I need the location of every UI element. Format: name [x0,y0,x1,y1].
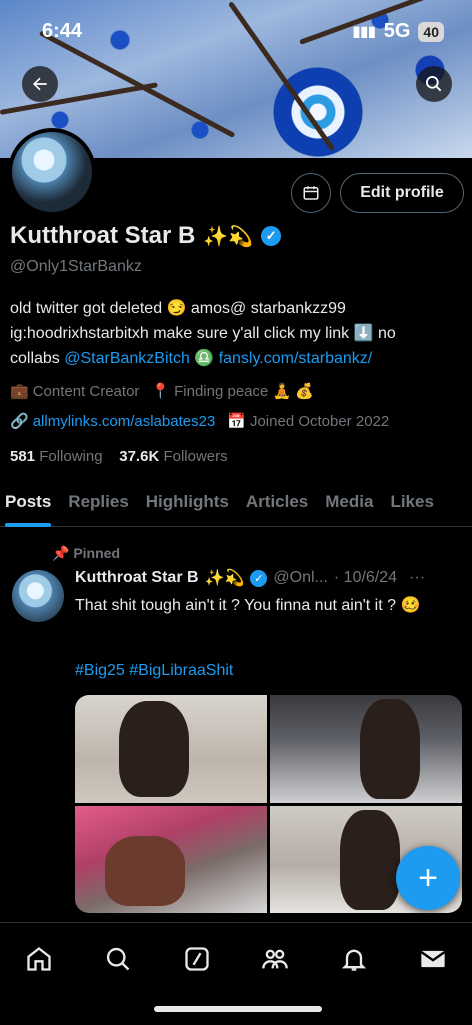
compose-post-button[interactable]: + [396,846,460,910]
profile-avatar[interactable] [8,128,96,216]
edit-profile-button[interactable]: Edit profile [340,173,464,213]
bio-line: ig:hoodrixhstarbitxh make sure y'all cli… [10,325,396,342]
home-icon[interactable] [19,939,59,979]
location-label: Finding peace 🧘 💰 [174,383,315,400]
post-avatar[interactable] [12,570,64,622]
battery-icon: 40 [418,21,444,42]
profile-bio: old twitter got deleted 😏 amos@ starbank… [10,296,466,371]
bio-text: collabs [10,350,65,367]
plus-icon: + [418,858,438,897]
following-label: Following [39,448,103,465]
bio-line: collabs @StarBankzBitch ♎ fansly.com/sta… [10,346,466,371]
messages-icon[interactable] [413,939,453,979]
post-date: · 10/6/24 [333,569,398,586]
tab-posts[interactable]: Posts [5,480,52,527]
following-count: 581 [10,448,36,465]
follow-stats: 581 Following 37.6K Followers [10,448,228,465]
notifications-icon[interactable] [334,939,374,979]
calendar-icon [303,186,319,200]
signal-icon: ▮▮▮ [352,23,376,39]
search-icon[interactable] [98,939,138,979]
post-text: That shit tough ain't it ? You finna nut… [75,597,421,614]
tab-likes[interactable]: Likes [390,480,433,526]
post-handle: @Onl... [273,569,328,586]
tab-highlights[interactable]: Highlights [146,480,229,526]
status-time: 6:44 [42,20,83,42]
media-image[interactable] [270,695,462,803]
profile-name: Kutthroat Star B [10,222,196,249]
followers-label: Followers [163,448,228,465]
verified-badge-icon: ✓ [250,569,268,587]
pinned-label: Pinned [73,545,120,561]
back-button[interactable] [22,66,58,102]
search-icon [426,76,442,92]
following-stat[interactable]: 581 Following [10,448,103,465]
location-item: 📍 Finding peace 🧘 💰 [151,382,314,400]
website-item[interactable]: 🔗 allmylinks.com/aslabates23 [10,412,215,430]
grok-icon[interactable] [177,939,217,979]
post-hashtags[interactable]: #Big25 #BigLibraaShit [75,662,233,680]
pin-icon: 📌 [52,545,70,561]
schedule-button[interactable] [291,173,331,213]
profile-meta-row-2: 🔗 allmylinks.com/aslabates23 📅 Joined Octo… [10,412,389,430]
more-options-icon[interactable]: ··· [409,569,425,587]
pinned-indicator: 📌 Pinned [52,545,120,562]
tab-media[interactable]: Media [325,480,373,526]
bio-sign: ♎ [189,350,219,367]
link-icon: 🔗 [10,413,29,430]
profile-name-row: Kutthroat Star B ✨💫 ✓ [10,222,282,250]
post-author[interactable]: Kutthroat Star B [75,569,199,587]
tab-articles[interactable]: Articles [246,480,308,526]
profile-meta-row: 💼 Content Creator 📍 Finding peace 🧘 💰 [10,382,314,400]
bio-url-link[interactable]: fansly.com/starbankz/ [219,350,373,367]
tab-replies[interactable]: Replies [68,480,128,526]
profile-handle: @Only1StarBankz [10,258,142,275]
bio-mention-link[interactable]: @StarBankzBitch [64,350,190,367]
network-label: 5G [383,20,411,42]
joined-item: 📅 Joined October 2022 [227,412,389,430]
name-emojis: ✨💫 [203,225,254,248]
home-indicator[interactable] [154,1006,322,1012]
calendar-icon: 📅 [227,413,246,430]
joined-label: Joined October 2022 [249,413,390,430]
communities-icon[interactable] [255,939,295,979]
website-link[interactable]: allmylinks.com/aslabates23 [33,413,216,430]
search-button[interactable] [416,66,452,102]
arrow-left-icon [33,77,47,91]
media-image[interactable] [75,805,267,913]
media-image[interactable] [75,695,267,803]
location-pin-icon: 📍 [151,383,171,400]
profile-tabs: Posts Replies Highlights Articles Media … [0,480,472,527]
verified-badge-icon[interactable]: ✓ [261,226,282,246]
briefcase-icon: 💼 [10,383,29,400]
followers-count: 37.6K [119,448,160,465]
category-label: Content Creator [32,383,140,400]
category-item: 💼 Content Creator [10,382,139,400]
status-bar: 6:44 ▮▮▮ 5G 40 [0,16,472,46]
post-author-emojis: ✨💫 [204,570,245,587]
bio-line: old twitter got deleted 😏 amos@ starbank… [10,300,346,317]
post-header: Kutthroat Star B ✨💫 ✓ @Onl... · 10/6/24 … [75,568,425,588]
followers-stat[interactable]: 37.6K Followers [119,448,227,465]
